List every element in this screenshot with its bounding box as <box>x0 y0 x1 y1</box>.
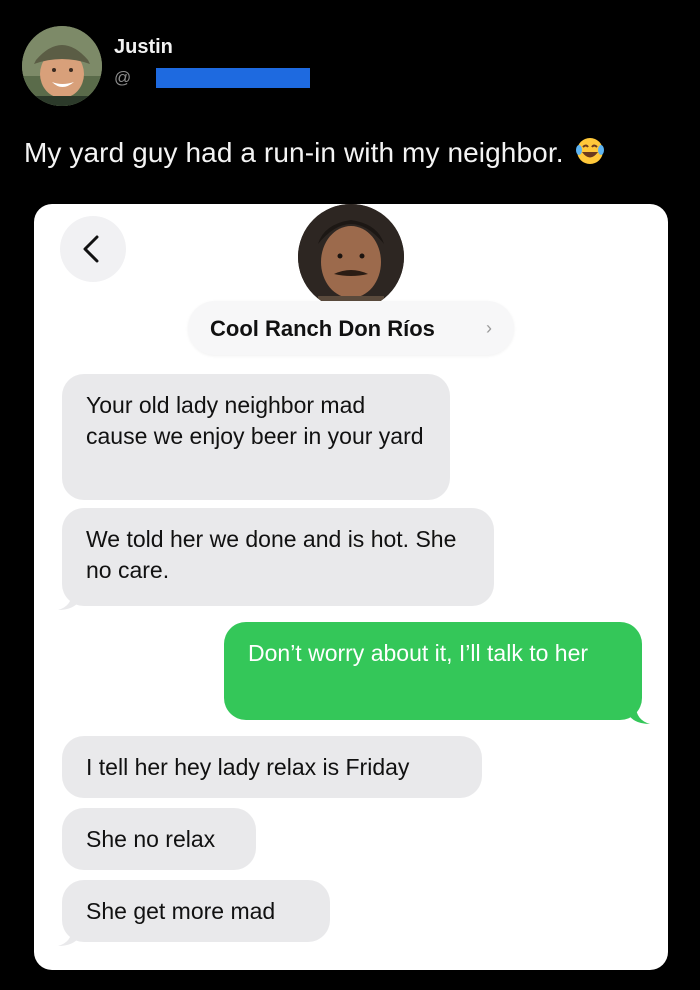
message-text: We told her we done and is hot. She no c… <box>86 526 457 583</box>
bubble-tail <box>58 928 80 946</box>
message-text: Don’t worry about it, I’ll talk to her <box>248 640 589 666</box>
contact-name: Cool Ranch Don Ríos <box>210 316 435 341</box>
face-with-tears-of-joy-icon <box>575 136 605 166</box>
display-name[interactable]: Justin <box>114 36 173 59</box>
tweet-text: My yard guy had a run-in with my neighbo… <box>24 136 605 169</box>
imessage-screenshot: Cool Ranch Don Ríos › Your old lady neig… <box>34 204 668 970</box>
message-bubble-outgoing[interactable]: Don’t worry about it, I’ll talk to her <box>224 622 642 720</box>
handle-prefix: @ <box>114 68 132 87</box>
message-text: I tell her hey lady relax is Friday <box>86 754 410 780</box>
tweet-header: Justin @ <box>22 26 682 110</box>
message-bubble-incoming[interactable]: Your old lady neighbor mad cause we enjo… <box>62 374 450 500</box>
message-bubble-incoming[interactable]: She no relax <box>62 808 256 870</box>
handle-redaction <box>156 68 310 88</box>
message-text: Your old lady neighbor mad cause we enjo… <box>86 392 424 449</box>
tweet-text-content: My yard guy had a run-in with my neighbo… <box>24 137 564 168</box>
contact-avatar[interactable] <box>298 204 404 310</box>
bubble-tail <box>58 592 80 610</box>
back-button[interactable] <box>60 216 126 282</box>
bubble-tail <box>628 706 650 724</box>
message-text: She no relax <box>86 826 216 852</box>
contact-name-pill[interactable]: Cool Ranch Don Ríos › <box>188 301 514 355</box>
avatar[interactable] <box>22 26 102 106</box>
message-bubble-incoming[interactable]: I tell her hey lady relax is Friday <box>62 736 482 798</box>
message-text: She get more mad <box>86 898 276 924</box>
message-bubble-incoming[interactable]: She get more mad <box>62 880 330 942</box>
chevron-right-icon: › <box>486 318 492 338</box>
chevron-left-icon <box>83 235 99 263</box>
message-bubble-incoming[interactable]: We told her we done and is hot. She no c… <box>62 508 494 606</box>
